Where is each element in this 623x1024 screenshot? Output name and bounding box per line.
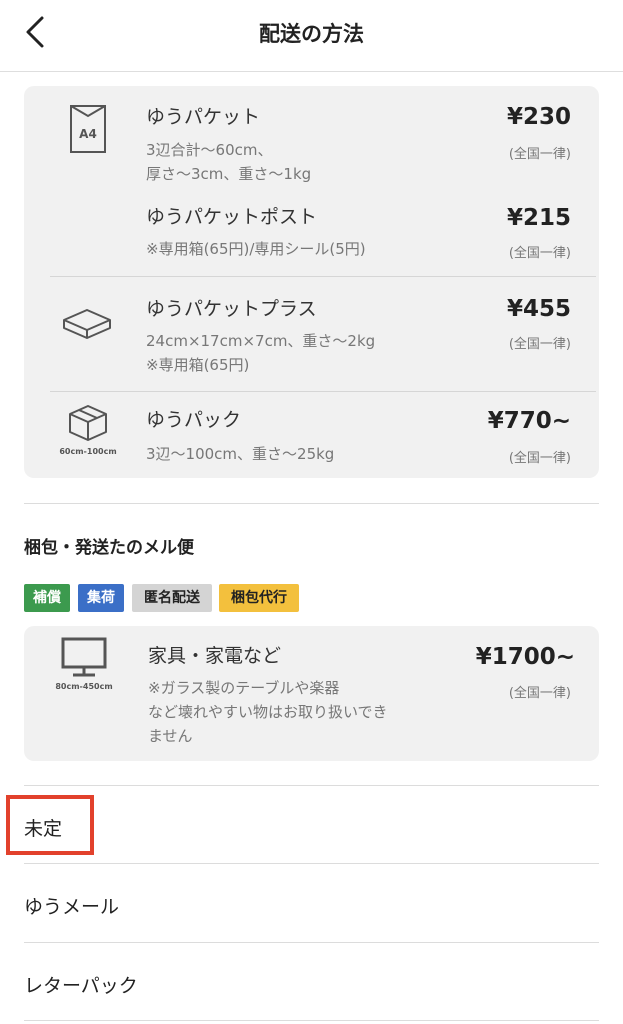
- service-name: 家具・家電など: [148, 645, 282, 667]
- option-label: ゆうメール: [24, 896, 120, 918]
- option-furniture-appliance[interactable]: 80cm-450cm 家具・家電など ※ガラス製のテーブルや楽器 など壊れやすい…: [24, 626, 599, 761]
- row-divider: [50, 276, 596, 277]
- service-desc-line: 厚さ〜3cm、重さ〜1kg: [146, 165, 312, 183]
- list-divider: [24, 1020, 599, 1021]
- size-caption: 80cm-450cm: [55, 682, 113, 691]
- price-note: (全国一律): [508, 451, 571, 466]
- service-desc-line: 24cm×17cm×7cm、重さ〜2kg: [146, 332, 376, 350]
- tag-packing: 梱包代行: [219, 584, 299, 612]
- price-note: (全国一律): [508, 686, 571, 701]
- shipping-options-card: A4 ゆうパケット 3辺合計〜60cm、 厚さ〜3cm、重さ〜1kg ¥230 …: [24, 86, 599, 478]
- envelope-a4-icon: A4: [69, 104, 107, 158]
- box-icon: [66, 402, 110, 448]
- service-price: ¥1700~: [475, 644, 575, 670]
- option-letter-pack[interactable]: レターパック: [24, 943, 599, 1021]
- service-name: ゆうパケットプラス: [146, 298, 317, 320]
- service-price: ¥455: [506, 296, 571, 322]
- price-note: (全国一律): [508, 337, 571, 352]
- service-price: ¥215: [506, 205, 571, 231]
- tag-pickup: 集荷: [78, 584, 124, 612]
- header-bar: 配送の方法: [0, 0, 623, 72]
- service-desc-line: 3辺合計〜60cm、: [146, 141, 273, 159]
- service-desc-line: ※ガラス製のテーブルや楽器: [148, 679, 340, 697]
- option-undecided[interactable]: 未定: [24, 786, 599, 864]
- service-desc-line: 3辺〜100cm、重さ〜25kg: [146, 445, 335, 463]
- a4-label: A4: [79, 127, 97, 141]
- monitor-icon: [60, 636, 108, 682]
- row-divider: [50, 391, 596, 392]
- service-name: ゆうパケットポスト: [146, 206, 318, 228]
- section-title: 梱包・発送たのメル便: [24, 538, 194, 558]
- tag-anonymous: 匿名配送: [132, 584, 212, 612]
- option-label: レターパック: [24, 975, 138, 997]
- price-note: (全国一律): [508, 147, 571, 162]
- price-note: (全国一律): [508, 246, 571, 261]
- option-yu-mail[interactable]: ゆうメール: [24, 864, 599, 942]
- service-price: ¥770~: [487, 408, 571, 434]
- service-desc-line: など壊れやすい物はお取り扱いでき: [148, 703, 388, 721]
- section-divider: [24, 503, 599, 504]
- highlight-box: [6, 795, 94, 855]
- page-title: 配送の方法: [259, 22, 364, 46]
- service-desc-line: ※専用箱(65円): [146, 356, 250, 374]
- service-desc-line: ※専用箱(65円)/専用シール(5円): [146, 240, 366, 258]
- service-desc-line: ません: [148, 727, 193, 745]
- service-name: ゆうパック: [146, 409, 242, 431]
- tag-compensation: 補償: [24, 584, 70, 612]
- service-price: ¥230: [506, 104, 571, 130]
- size-caption: 60cm-100cm: [59, 447, 117, 456]
- flat-box-icon: [60, 302, 114, 346]
- service-name: ゆうパケット: [146, 106, 261, 128]
